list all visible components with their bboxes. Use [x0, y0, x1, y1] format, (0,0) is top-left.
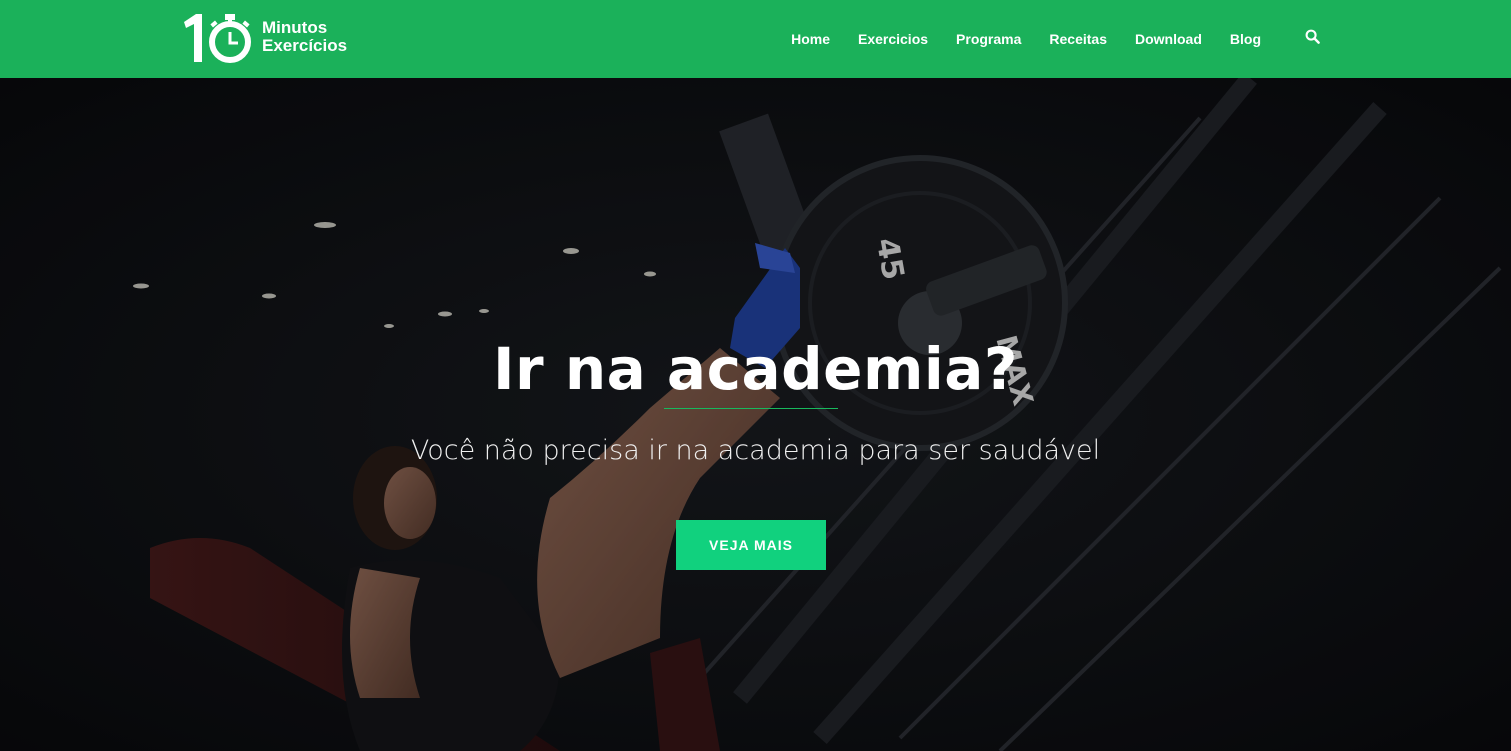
- hero-subtitle: Você não precisa ir na academia para ser…: [410, 435, 1101, 466]
- main-nav: Home Exercicios Programa Receitas Downlo…: [763, 0, 1261, 78]
- site-logo[interactable]: Minutos Exercícios: [182, 10, 347, 64]
- logo-line-1: Minutos: [262, 18, 328, 37]
- page: Minutos Exercícios Home Exercicios Progr…: [0, 0, 1511, 751]
- hero-content: Ir na academia? Você não precisa ir na a…: [0, 78, 1511, 751]
- veja-mais-button[interactable]: VEJA MAIS: [676, 520, 826, 570]
- search-icon[interactable]: [1302, 26, 1322, 46]
- nav-download[interactable]: Download: [1135, 31, 1202, 47]
- nav-receitas[interactable]: Receitas: [1049, 31, 1107, 47]
- logo-line-2: Exercícios: [262, 36, 348, 55]
- hero-title: Ir na academia?: [492, 335, 1019, 403]
- logo-text: Minutos Exercícios: [262, 19, 347, 55]
- nav-programa[interactable]: Programa: [956, 31, 1021, 47]
- site-header: Minutos Exercícios Home Exercicios Progr…: [0, 0, 1511, 78]
- stopwatch-logo-icon: [182, 10, 254, 64]
- hero-section: 45 MAX Ir na academia? Você não precisa …: [0, 78, 1511, 751]
- nav-blog[interactable]: Blog: [1230, 31, 1261, 47]
- nav-exercicios[interactable]: Exercicios: [858, 31, 928, 47]
- title-divider: [664, 408, 838, 409]
- nav-home[interactable]: Home: [791, 31, 830, 47]
